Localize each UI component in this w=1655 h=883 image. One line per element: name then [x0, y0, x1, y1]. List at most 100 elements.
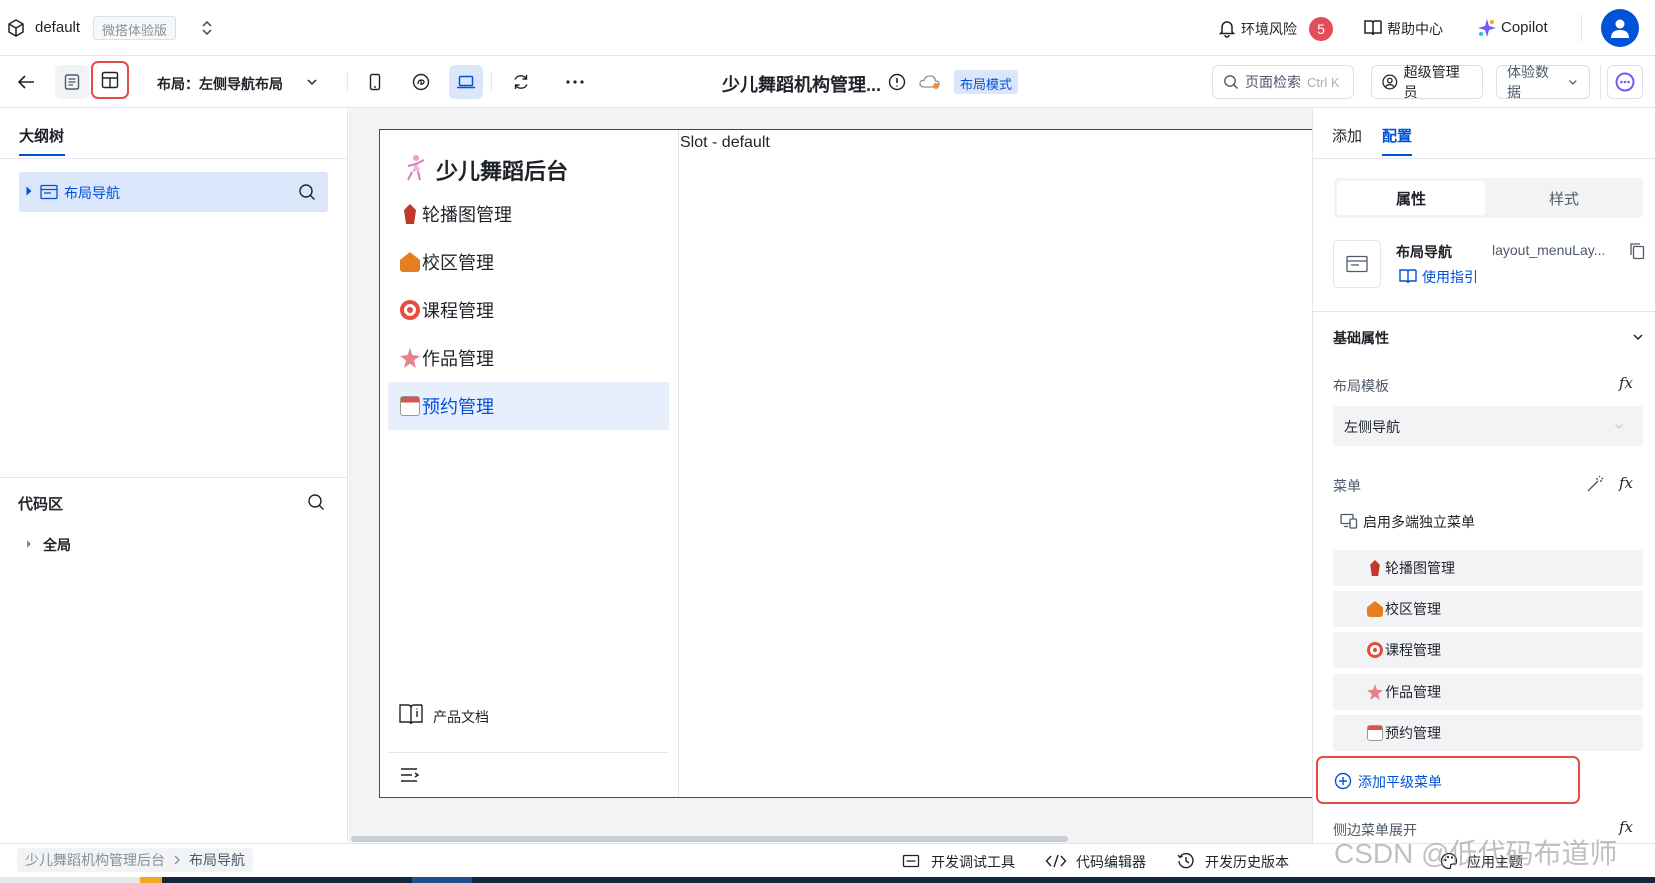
config-menu-item[interactable]: 作品管理	[1333, 674, 1643, 710]
layout-template-select[interactable]: 左侧导航	[1333, 406, 1643, 446]
canvas-scrollbar[interactable]	[351, 836, 1068, 842]
bell-icon[interactable]	[1217, 18, 1237, 38]
search-icon[interactable]	[298, 183, 316, 201]
add-sibling-menu-label: 添加平级菜单	[1358, 774, 1442, 790]
debug-tool-icon	[902, 853, 920, 869]
breadcrumb-root[interactable]: 少儿舞蹈机构管理后台	[25, 850, 165, 870]
fx-icon[interactable]: fx	[1619, 374, 1633, 392]
sidebar-divider	[678, 130, 679, 797]
layout-template-label: 布局模板	[1333, 378, 1389, 394]
switch-app-icon[interactable]	[198, 18, 216, 38]
dancer-icon	[1370, 560, 1380, 576]
tab-active-indicator	[19, 154, 65, 156]
preview-menu-item[interactable]: 校区管理	[388, 238, 669, 286]
preview-menu-item-active[interactable]: 预约管理	[388, 382, 669, 430]
multi-menu-toggle[interactable]: 启用多端独立菜单	[1363, 512, 1475, 532]
code-editor-link[interactable]: 代码编辑器	[1076, 852, 1146, 872]
admin-role-button[interactable]: 超级管理员	[1371, 64, 1483, 100]
history-link[interactable]: 开发历史版本	[1205, 852, 1289, 872]
breadcrumb-leaf[interactable]: 布局导航	[189, 850, 245, 870]
copilot-chat-button[interactable]	[1607, 65, 1643, 99]
breadcrumb: 少儿舞蹈机构管理后台 布局导航	[17, 848, 253, 872]
code-item-global[interactable]: 全局	[43, 535, 71, 555]
config-menu-item[interactable]: 预约管理	[1333, 715, 1643, 751]
page-view-button[interactable]	[55, 65, 89, 99]
top-bar: default 微搭体验版 环境风险 5 帮助中心 Copilot	[0, 0, 1655, 56]
taskbar-strip	[0, 877, 1655, 883]
add-sibling-menu-button[interactable]: 添加平级菜单	[1316, 756, 1580, 804]
collapse-menu-icon[interactable]	[400, 767, 420, 783]
magic-wand-icon[interactable]	[1586, 475, 1604, 493]
divider	[388, 752, 669, 753]
config-menu-item[interactable]: 课程管理	[1333, 632, 1643, 668]
chevron-down-icon[interactable]	[305, 75, 319, 89]
divider	[1313, 158, 1655, 159]
seg-style[interactable]: 样式	[1489, 181, 1639, 215]
target-icon	[400, 300, 420, 320]
desktop-preview-button[interactable]	[449, 65, 483, 99]
config-menu-item[interactable]: 轮播图管理	[1333, 550, 1643, 586]
config-menu-item[interactable]: 校区管理	[1333, 591, 1643, 627]
preview-menu-item[interactable]: 轮播图管理	[388, 190, 669, 238]
back-button[interactable]	[9, 65, 43, 99]
preview-menu-item[interactable]: 作品管理	[388, 334, 669, 382]
config-menu-label: 作品管理	[1385, 684, 1441, 700]
component-thumb	[1333, 240, 1381, 288]
menu-item-label: 轮播图管理	[422, 205, 512, 225]
book-icon	[1363, 19, 1383, 37]
chevron-right-icon	[174, 855, 180, 865]
layout-mode-tag: 布局模式	[954, 70, 1019, 94]
user-circle-icon	[1382, 74, 1398, 90]
refresh-button[interactable]	[504, 65, 538, 99]
copilot-link[interactable]: Copilot	[1501, 19, 1548, 36]
tab-outline[interactable]: 大纲树	[19, 125, 64, 146]
avatar[interactable]	[1601, 9, 1639, 47]
cube-icon	[6, 18, 26, 38]
fx-icon[interactable]: fx	[1619, 818, 1633, 836]
caret-right-icon[interactable]	[25, 185, 33, 197]
layout-nav-frame[interactable]: Slot - default 少儿舞蹈后台 轮播图管理 校区管理 课程管理 作品…	[379, 129, 1312, 798]
caret-right-icon[interactable]	[26, 539, 32, 549]
env-risk-label[interactable]: 环境风险	[1241, 19, 1297, 39]
copilot-icon	[1477, 18, 1497, 38]
right-panel: 添加 配置 属性 样式 布局导航 layout_menuLay... 使用指引 …	[1312, 108, 1655, 843]
miniprogram-preview-button[interactable]	[404, 65, 438, 99]
page-search-input[interactable]: 页面检索 Ctrl K	[1212, 65, 1354, 99]
guide-link[interactable]: 使用指引	[1422, 267, 1478, 287]
layout-component-icon	[40, 184, 58, 200]
chevron-down-icon[interactable]	[1631, 330, 1645, 344]
calendar-icon	[1367, 725, 1383, 741]
more-button[interactable]	[558, 65, 592, 99]
layout-selector[interactable]: 布局：左侧导航布局	[157, 74, 283, 94]
arrow-left-icon	[17, 75, 34, 89]
fx-icon[interactable]: fx	[1619, 474, 1633, 492]
tab-config[interactable]: 配置	[1382, 125, 1412, 146]
copy-icon[interactable]	[1629, 242, 1645, 260]
app-name[interactable]: default	[35, 19, 80, 36]
miniprogram-icon	[412, 73, 430, 91]
slot-label: Slot - default	[680, 134, 770, 151]
divider	[491, 72, 492, 92]
tab-add[interactable]: 添加	[1332, 125, 1362, 146]
basic-props-title: 基础属性	[1333, 330, 1389, 346]
laptop-icon	[457, 75, 475, 89]
chevron-down-icon	[1569, 80, 1578, 85]
multi-device-icon	[1340, 513, 1358, 529]
taskbar-segment	[412, 877, 472, 883]
mobile-preview-button[interactable]	[358, 65, 392, 99]
layout-icon	[101, 71, 119, 89]
layout-template-value: 左侧导航	[1344, 419, 1400, 435]
info-icon[interactable]	[888, 73, 906, 91]
help-center-link[interactable]: 帮助中心	[1387, 19, 1443, 39]
seg-props[interactable]: 属性	[1337, 181, 1485, 215]
env-risk-count-badge: 5	[1309, 17, 1333, 41]
docs-link[interactable]: 产品文档	[433, 707, 489, 727]
code-section-title: 代码区	[18, 496, 64, 513]
search-icon[interactable]	[307, 493, 325, 511]
layout-view-button[interactable]	[91, 61, 129, 99]
cloud-icon	[919, 74, 941, 90]
debug-tool-link[interactable]: 开发调试工具	[931, 852, 1015, 872]
data-source-select[interactable]: 体验数据	[1496, 64, 1590, 100]
preview-menu-item[interactable]: 课程管理	[388, 286, 669, 334]
outline-item-layout-nav[interactable]: 布局导航	[19, 172, 328, 212]
